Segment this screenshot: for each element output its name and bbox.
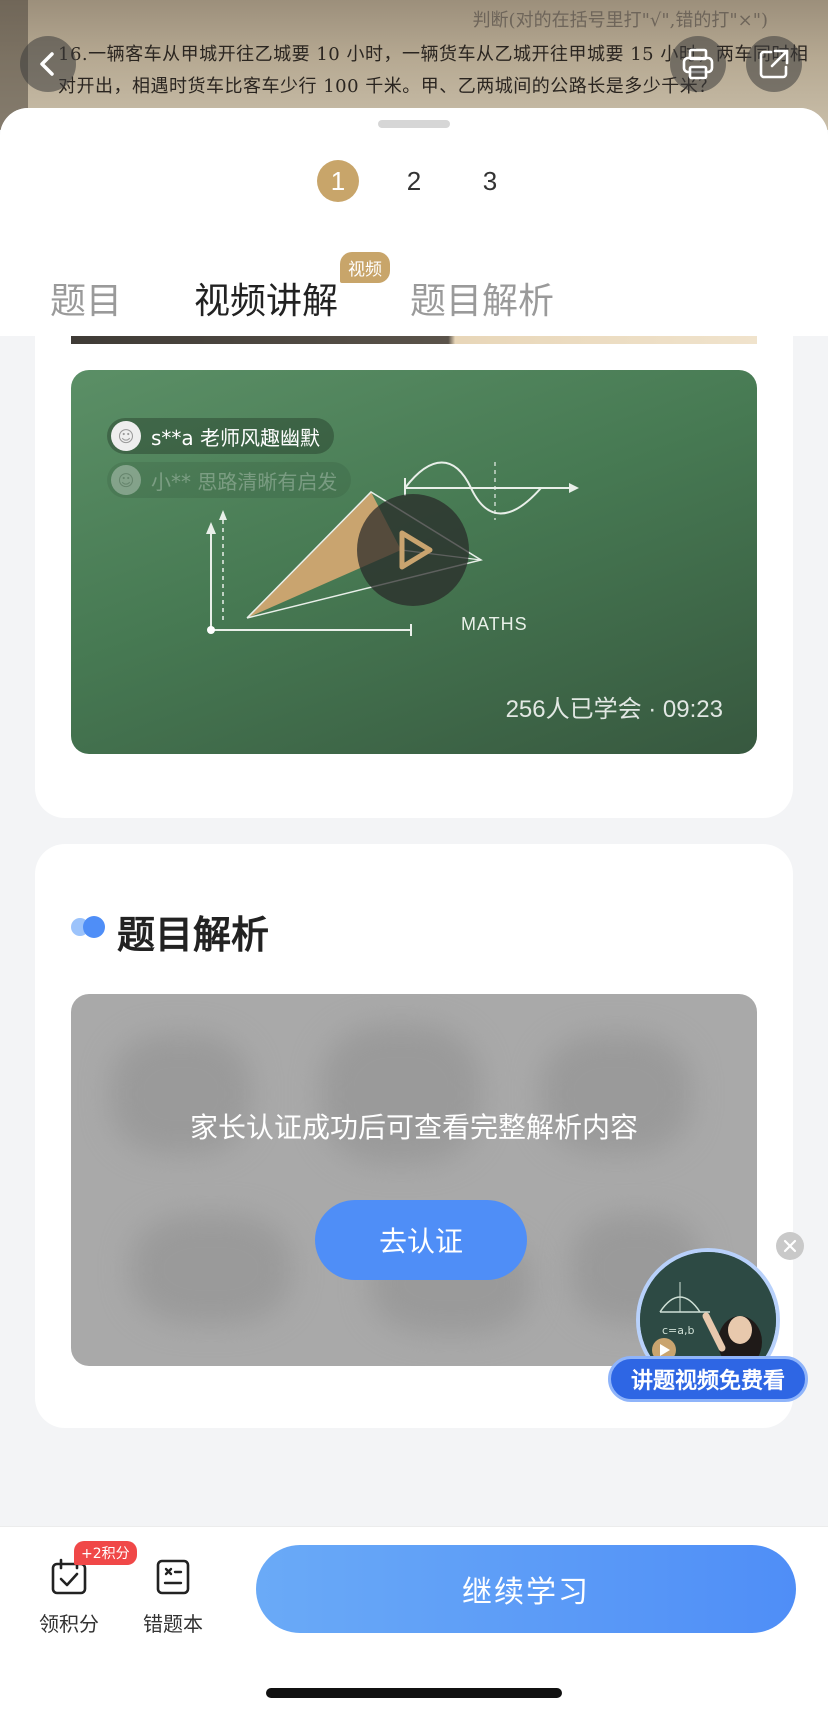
comment-bubble: ☺ s**a 老师风趣幽默	[107, 418, 335, 454]
avatar-icon: ☺	[111, 421, 141, 451]
mistake-book-button[interactable]: 错题本	[128, 1557, 218, 1637]
video-card: MATHS ☺ s**a 老师风趣幽默 ☺ 小** 思路清晰有启发 256人已学…	[35, 336, 793, 818]
section-dots-icon	[71, 916, 111, 938]
promo-label: 讲题视频免费看	[608, 1356, 808, 1402]
comment-bubble: ☺ 小** 思路清晰有启发	[107, 462, 352, 498]
earn-points-button[interactable]: 领积分	[24, 1557, 114, 1637]
earn-points-label: 领积分	[39, 1612, 99, 1636]
play-button[interactable]	[357, 494, 469, 606]
photo-faded-text: 判断(对的在括号里打"√",错的打"×")	[472, 10, 768, 31]
previous-video-strip	[71, 336, 757, 344]
verify-button[interactable]: 去认证	[315, 1200, 527, 1280]
analysis-title: 题目解析	[117, 913, 270, 957]
continue-learning-button[interactable]: 继续学习	[256, 1545, 796, 1633]
back-button[interactable]	[20, 36, 76, 92]
avatar-icon: ☺	[111, 465, 141, 495]
tab-analysis[interactable]: 题目解析	[410, 272, 554, 324]
tab-video[interactable]: 视频讲解 视频	[194, 252, 391, 342]
comment-text: 小** 思路清晰有启发	[151, 469, 338, 494]
share-icon	[759, 49, 789, 79]
promo-close-button[interactable]	[776, 1232, 804, 1260]
chevron-left-icon	[40, 52, 54, 76]
tab-question[interactable]: 题目	[50, 272, 122, 324]
tab-video-label: 视频讲解	[194, 281, 339, 322]
home-indicator	[266, 1688, 562, 1698]
comment-text: s**a 老师风趣幽默	[151, 425, 321, 450]
sheet-header: 1 2 3 题目 视频讲解 视频 题目解析	[0, 108, 828, 342]
tab-bar: 题目 视频讲解 视频 题目解析	[50, 252, 626, 342]
printer-icon	[682, 48, 714, 80]
drag-handle[interactable]	[378, 120, 450, 128]
page-1-button[interactable]: 1	[317, 160, 359, 202]
play-icon	[399, 530, 433, 570]
mistake-book-label: 错题本	[143, 1612, 203, 1636]
video-meta: 256人已学会 · 09:23	[505, 696, 723, 723]
page-3-button[interactable]: 3	[469, 160, 511, 202]
print-button[interactable]	[670, 36, 726, 92]
photo-text-line-2: 对开出，相遇时货车比客车少行 100 千米。甲、乙两城间的公路长是多少千米？	[58, 76, 717, 97]
video-badge: 视频	[340, 252, 391, 283]
page-2-button[interactable]: 2	[393, 160, 435, 202]
question-pager: 1 2 3	[0, 160, 828, 202]
lock-message: 家长认证成功后可查看完整解析内容	[189, 1111, 638, 1144]
free-video-promo[interactable]: c=a,b 讲题视频免费看	[608, 1248, 808, 1408]
video-player[interactable]: MATHS ☺ s**a 老师风趣幽默 ☺ 小** 思路清晰有启发 256人已学…	[71, 370, 757, 754]
promo-board-text: c=a,b	[662, 1324, 695, 1337]
share-button[interactable]	[746, 36, 802, 92]
mistake-book-icon	[156, 1559, 190, 1595]
close-icon	[783, 1239, 797, 1253]
chalk-text: MATHS	[461, 614, 528, 634]
